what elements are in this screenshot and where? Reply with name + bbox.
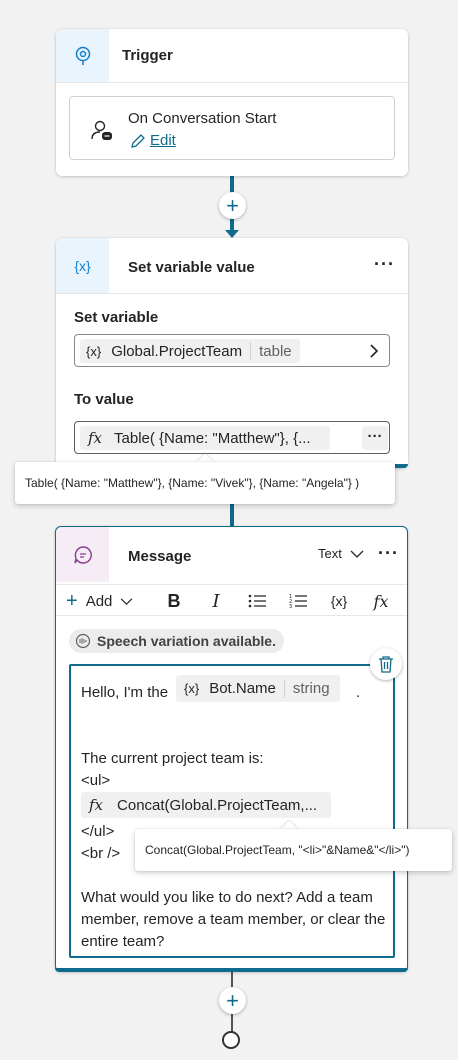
speech-badge-label: Speech variation available. bbox=[97, 633, 276, 649]
trigger-card-header: Trigger bbox=[56, 29, 408, 83]
numbered-list-icon: 1 2 3 bbox=[289, 594, 307, 609]
speech-icon bbox=[75, 633, 91, 649]
add-label: Add bbox=[85, 592, 113, 610]
message-more-button[interactable]: ··· bbox=[378, 543, 399, 564]
message-editor[interactable]: Hello, I'm the {x} Bot.Name string . The… bbox=[69, 664, 395, 958]
message-card[interactable]: Message Text ··· + Add B I 1 2 3 {x} fx … bbox=[55, 526, 408, 972]
conversation-start-icon bbox=[91, 120, 112, 140]
chevron-right-icon bbox=[370, 344, 379, 358]
trigger-icon-box bbox=[56, 29, 109, 82]
bullet-list-button[interactable] bbox=[246, 585, 268, 617]
variable-chip-name: Global.ProjectTeam bbox=[111, 342, 243, 360]
message-line-2: The current project team is: bbox=[81, 750, 264, 767]
message-toolbar: + Add B I 1 2 3 {x} fx bbox=[56, 584, 407, 616]
concat-formula-tooltip: Concat(Global.ProjectTeam, "<li>"&Name&"… bbox=[135, 829, 452, 871]
end-node-icon bbox=[222, 1031, 240, 1049]
message-icon-box bbox=[56, 527, 109, 582]
add-node-button-1[interactable]: + bbox=[219, 192, 246, 219]
trigger-card[interactable]: Trigger On Conversation Start Edit bbox=[56, 29, 408, 176]
variable-chip-icon: {x} bbox=[86, 343, 102, 359]
edit-link-label: Edit bbox=[150, 132, 176, 149]
set-variable-title: Set variable value bbox=[128, 259, 255, 276]
svg-text:3: 3 bbox=[289, 604, 292, 609]
message-line-1: Hello, I'm the bbox=[81, 684, 169, 701]
add-menu-button[interactable]: + Add bbox=[66, 585, 133, 617]
set-variable-header: {x} Set variable value ··· bbox=[56, 238, 408, 294]
add-node-button-2[interactable]: + bbox=[219, 987, 246, 1014]
bullet-list-icon bbox=[248, 594, 266, 608]
formula-icon: fx bbox=[88, 429, 103, 447]
formula-chip: fx Table( {Name: "Matthew"}, {... bbox=[80, 426, 330, 450]
set-variable-more-button[interactable]: ··· bbox=[374, 254, 395, 275]
add-chevron-down-icon bbox=[121, 597, 133, 605]
pencil-icon bbox=[131, 133, 145, 148]
variable-picker[interactable]: {x} Global.ProjectTeam table bbox=[74, 334, 390, 367]
variable-icon-box: {x} bbox=[56, 238, 109, 293]
message-line-5: <br /> bbox=[81, 845, 121, 862]
set-variable-label: Set variable bbox=[74, 309, 159, 326]
insert-formula-button[interactable]: fx bbox=[370, 585, 392, 617]
trigger-event-box[interactable]: On Conversation Start Edit bbox=[69, 96, 395, 160]
message-line-4: </ul> bbox=[81, 823, 115, 840]
message-title: Message bbox=[128, 548, 192, 565]
variable-chip: {x} Global.ProjectTeam table bbox=[80, 339, 300, 363]
message-closing: What would you like to do next? Add a te… bbox=[81, 889, 386, 950]
speech-variation-badge[interactable]: Speech variation available. bbox=[69, 629, 284, 653]
variable-icon: {x} bbox=[74, 257, 91, 274]
trigger-event-label: On Conversation Start bbox=[128, 110, 277, 127]
concat-formula-chip: fx Concat(Global.ProjectTeam,... bbox=[81, 792, 331, 818]
numbered-list-button[interactable]: 1 2 3 bbox=[287, 585, 309, 617]
insert-variable-button[interactable]: {x} bbox=[326, 585, 352, 617]
italic-button[interactable]: I bbox=[206, 585, 226, 617]
formula-more-button[interactable]: ··· bbox=[362, 426, 388, 450]
message-line-1-end: . bbox=[356, 684, 361, 701]
message-type-select[interactable]: Text bbox=[318, 546, 364, 561]
message-icon bbox=[73, 545, 92, 564]
to-value-label: To value bbox=[74, 391, 134, 408]
arrow-down-icon-1 bbox=[225, 230, 239, 238]
chevron-down-icon bbox=[350, 550, 364, 558]
trash-icon bbox=[379, 656, 393, 673]
formula-preview: Table( {Name: "Matthew"}, {... bbox=[114, 429, 311, 447]
trigger-title: Trigger bbox=[122, 47, 173, 64]
edit-link[interactable]: Edit bbox=[130, 132, 176, 149]
table-formula-tooltip: Table( {Name: "Matthew"}, {Name: "Vivek"… bbox=[15, 462, 395, 504]
concat-formula-preview: Concat(Global.ProjectTeam,... bbox=[117, 796, 318, 814]
value-formula-field[interactable]: fx Table( {Name: "Matthew"}, {... ··· bbox=[74, 421, 390, 454]
message-bottom-bar bbox=[55, 968, 408, 972]
message-header: Message Text ··· bbox=[56, 527, 407, 583]
bold-button[interactable]: B bbox=[164, 585, 184, 617]
message-line-3: <ul> bbox=[81, 772, 111, 789]
bot-name-chip: {x} Bot.Name string bbox=[176, 675, 340, 702]
message-type-label: Text bbox=[318, 546, 342, 561]
bot-var-type: string bbox=[292, 680, 330, 697]
bot-var-name: Bot.Name bbox=[209, 680, 276, 697]
trigger-icon bbox=[75, 46, 90, 65]
set-variable-card[interactable]: {x} Set variable value ··· Set variable … bbox=[56, 238, 408, 468]
concat-formula-icon: fx bbox=[89, 796, 104, 814]
delete-button[interactable] bbox=[370, 648, 402, 680]
add-plus-icon: + bbox=[66, 589, 78, 612]
bot-var-icon: {x} bbox=[184, 681, 200, 696]
variable-chip-type: table bbox=[259, 342, 292, 360]
